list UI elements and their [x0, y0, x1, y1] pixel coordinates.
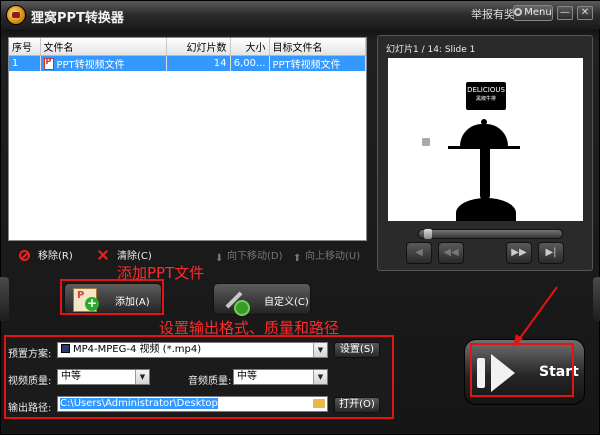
- right-edge-deco: [593, 277, 600, 321]
- row-size: 6,00...: [230, 55, 270, 71]
- player-controls: ◀ ◀◀ ▶▶ ▶|: [388, 226, 583, 264]
- row-slides: 14: [166, 55, 231, 71]
- menu-button[interactable]: Menu: [513, 5, 553, 21]
- move-up-label: 向上移动(U): [305, 251, 361, 262]
- seek-slider[interactable]: [418, 229, 563, 239]
- annotation-box-add: [60, 279, 164, 315]
- title-bar[interactable]: 狸窝PPT转换器 举报有奖 Menu — ✕: [1, 1, 600, 29]
- speaker-icon: [422, 138, 430, 146]
- rewind-button[interactable]: ◀◀: [438, 242, 464, 264]
- prev-slide-button[interactable]: ◀: [406, 242, 432, 264]
- gear-icon: [514, 8, 523, 16]
- rewind-icon: ◀◀: [443, 247, 459, 258]
- slide-logo-top: DELICIOUS: [467, 86, 505, 94]
- prev-icon: ◀: [415, 247, 423, 258]
- app-logo-icon: [6, 5, 26, 25]
- next-icon: ▶|: [545, 247, 557, 258]
- file-table: 序号 文件名 幻灯片数 大小 目标文件名 1 PPT转视频文件 14 6,00.…: [9, 38, 366, 71]
- move-down-label: 向下移动(D): [227, 251, 283, 262]
- app-window: 狸窝PPT转换器 举报有奖 Menu — ✕ 序号 文件名 幻灯片数 大小 目标…: [0, 0, 600, 435]
- arrow-up-icon: ⬆: [293, 253, 302, 264]
- arrow-down-icon: ⬇: [215, 253, 224, 264]
- slide-preview: DELICIOUS 黑椒牛排: [388, 58, 583, 221]
- tools-icon: [222, 288, 250, 316]
- row-filename-cell: PPT转视频文件: [40, 55, 167, 71]
- custom-button[interactable]: 自定义(C): [213, 283, 311, 316]
- remove-button[interactable]: 移除(R): [19, 247, 73, 262]
- clear-button[interactable]: 清除(C): [97, 247, 152, 262]
- menu-label: Menu: [524, 7, 552, 18]
- clear-icon: [97, 250, 109, 261]
- file-table-header: 序号 文件名 幻灯片数 大小 目标文件名: [9, 38, 366, 56]
- preview-panel: 幻灯片1 / 14: Slide 1 DELICIOUS 黑椒牛排 ◀ ◀◀ ▶…: [377, 35, 593, 271]
- remove-label: 移除(R): [38, 251, 73, 262]
- row-target: PPT转视频文件: [269, 55, 366, 71]
- row-filename: PPT转视频文件: [56, 59, 125, 71]
- cloche-icon: [460, 124, 508, 146]
- minimize-button[interactable]: —: [557, 6, 573, 20]
- app-title: 狸窝PPT转换器: [31, 11, 124, 26]
- next-slide-button[interactable]: ▶|: [538, 242, 564, 264]
- annotation-arrow-line: [514, 286, 558, 346]
- column-header-size[interactable]: 大小: [230, 38, 270, 56]
- column-header-index[interactable]: 序号: [9, 38, 41, 56]
- column-header-slides[interactable]: 幻灯片数: [166, 38, 231, 56]
- column-header-target[interactable]: 目标文件名: [269, 38, 366, 56]
- move-down-button[interactable]: ⬇ 向下移动(D): [215, 247, 283, 264]
- remove-icon: [19, 250, 30, 261]
- base: [456, 198, 516, 221]
- move-up-button[interactable]: ⬆ 向上移动(U): [293, 247, 361, 264]
- slide-caption: 幻灯片1 / 14: Slide 1: [386, 45, 476, 55]
- table-row[interactable]: 1 PPT转视频文件 14 6,00... PPT转视频文件: [9, 55, 366, 71]
- forward-button[interactable]: ▶▶: [506, 242, 532, 264]
- column-header-filename[interactable]: 文件名: [40, 38, 167, 56]
- close-button[interactable]: ✕: [577, 6, 593, 20]
- seek-thumb[interactable]: [423, 229, 432, 239]
- annotation-add-file: 添加PPT文件: [117, 264, 205, 282]
- annotation-box-start: [470, 343, 574, 397]
- slide-logo-bottom: 黑椒牛排: [475, 96, 496, 102]
- file-list[interactable]: 序号 文件名 幻灯片数 大小 目标文件名 1 PPT转视频文件 14 6,00.…: [8, 37, 367, 241]
- report-link[interactable]: 举报有奖: [471, 6, 515, 22]
- forward-icon: ▶▶: [511, 247, 527, 258]
- ppt-file-icon: [43, 57, 54, 70]
- custom-label: 自定义(C): [264, 297, 309, 308]
- annotation-box-settings: [4, 335, 394, 419]
- stem: [480, 149, 490, 199]
- row-index: 1: [9, 55, 41, 71]
- clear-label: 清除(C): [117, 251, 152, 262]
- slide-logo: DELICIOUS 黑椒牛排: [466, 82, 506, 110]
- left-edge-deco: [0, 277, 9, 321]
